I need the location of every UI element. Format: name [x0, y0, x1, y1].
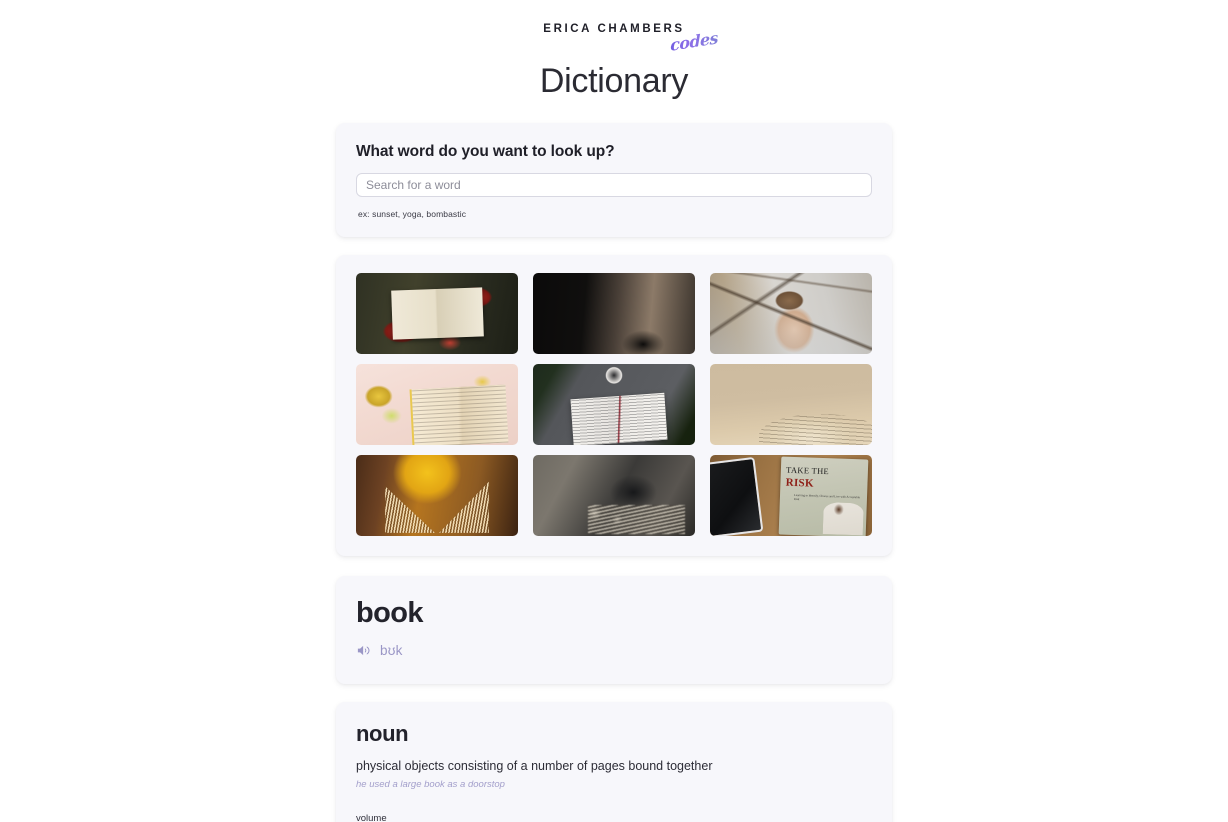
brand-name: ERICA CHAMBERS: [543, 23, 685, 35]
page-title: Dictionary: [539, 62, 689, 100]
tablet-shape: [710, 456, 763, 537]
fanned-book-image: [356, 455, 518, 537]
dark-room-image: [533, 273, 695, 355]
gallery-image-8[interactable]: [533, 455, 695, 537]
image-grid: TAKE THE RISK Learning to Identify, Choo…: [356, 273, 872, 537]
gallery-image-1[interactable]: [356, 273, 518, 355]
synonyms-text: volume: [356, 813, 387, 822]
book-pages-beige-image: [710, 364, 872, 446]
example-sentence: he used a large book as a doorstop: [356, 778, 505, 790]
woman-in-tree-image: [710, 273, 872, 355]
cover-title-line1: TAKE THE: [785, 464, 829, 477]
search-card: What word do you want to look up? ex: su…: [336, 123, 892, 238]
dictionary-page: ERICA CHAMBERS codes Dictionary What wor…: [0, 0, 1228, 822]
cover-portrait: [822, 501, 864, 536]
pronunciation-row: bʊk: [356, 643, 872, 658]
word-term: book: [356, 597, 423, 630]
book-cover-shape: TAKE THE RISK Learning to Identify, Choo…: [778, 456, 869, 537]
search-input[interactable]: [356, 173, 872, 198]
image-gallery-card: TAKE THE RISK Learning to Identify, Choo…: [336, 255, 892, 557]
blurred-desk-image: [533, 455, 695, 537]
take-the-risk-book-image: TAKE THE RISK Learning to Identify, Choo…: [710, 455, 872, 537]
gallery-image-7[interactable]: [356, 455, 518, 537]
brand-logo: ERICA CHAMBERS codes: [504, 18, 724, 54]
cover-title-line2: RISK: [785, 477, 814, 491]
pronunciation-text: bʊk: [380, 642, 403, 658]
gallery-image-5[interactable]: [533, 364, 695, 446]
book-glasses-image: [533, 364, 695, 446]
gallery-image-2[interactable]: [533, 273, 695, 355]
speaker-icon[interactable]: [356, 643, 371, 658]
search-label: What word do you want to look up?: [356, 143, 615, 161]
definition-card: noun physical objects consisting of a nu…: [336, 701, 892, 822]
word-result-card: book bʊk: [336, 576, 892, 684]
gallery-image-4[interactable]: [356, 364, 518, 446]
gallery-image-6[interactable]: [710, 364, 872, 446]
search-hint: ex: sunset, yoga, bombastic: [358, 209, 467, 220]
gallery-image-9[interactable]: TAKE THE RISK Learning to Identify, Choo…: [710, 455, 872, 537]
book-flowers-image: [356, 364, 518, 446]
gallery-image-3[interactable]: [710, 273, 872, 355]
part-of-speech: noun: [356, 720, 409, 746]
definition-text: physical objects consisting of a number …: [356, 758, 713, 773]
book-petals-image: [356, 273, 518, 355]
